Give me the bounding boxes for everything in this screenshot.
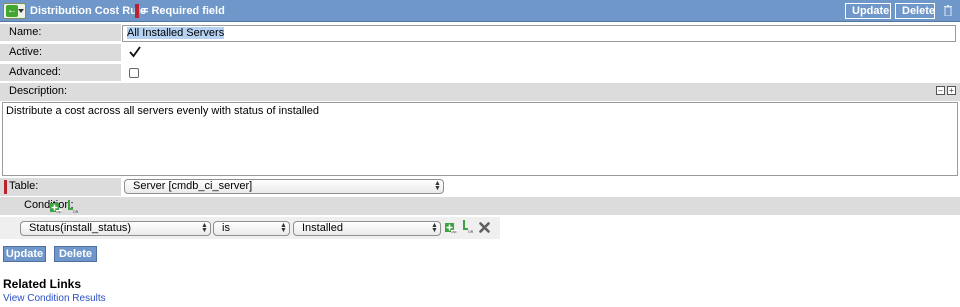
svg-text:OR: OR <box>73 210 79 213</box>
name-value: All Installed Servers <box>127 27 225 39</box>
select-arrows-icon: ▲ ▼ <box>201 222 208 234</box>
select-arrows-icon: ▲ ▼ <box>280 222 287 234</box>
svg-text:AND: AND <box>56 210 62 213</box>
back-button[interactable]: ← <box>3 3 26 19</box>
active-label-cell: Active: <box>0 44 121 62</box>
condition-operator-value: is <box>222 222 230 234</box>
header-delete-button[interactable]: Delete <box>895 3 935 19</box>
header-update-button[interactable]: Update <box>845 3 891 19</box>
expand-icon[interactable]: + <box>947 86 956 95</box>
description-header: Description: <box>0 83 960 101</box>
related-links-title: Related Links <box>3 277 82 291</box>
update-button[interactable]: Update <box>3 246 46 262</box>
table-label: Table: <box>9 180 39 192</box>
back-arrow-icon: ← <box>6 5 18 17</box>
required-field-note: = Required field <box>142 5 225 17</box>
add-or-condition-icon[interactable]: OR <box>462 220 474 233</box>
condition-field-select[interactable]: Status(install_status) ▲ ▼ <box>20 221 211 236</box>
advanced-label: Advanced: <box>9 66 61 78</box>
add-or-condition-icon[interactable]: OR <box>67 200 79 213</box>
table-select-value: Server [cmdb_ci_server] <box>133 180 253 192</box>
collapse-icon[interactable]: – <box>936 86 945 95</box>
description-label: Description: <box>9 85 68 97</box>
condition-field-value: Status(install_status) <box>29 222 132 234</box>
required-marker-icon <box>135 4 139 18</box>
name-field[interactable]: All Installed Servers <box>122 25 956 42</box>
add-and-condition-icon[interactable]: AND <box>445 220 457 233</box>
view-condition-results-link[interactable]: View Condition Results <box>3 293 106 305</box>
advanced-checkbox[interactable] <box>129 68 139 78</box>
select-arrows-icon: ▲ ▼ <box>434 180 441 192</box>
delete-condition-icon[interactable] <box>479 222 490 233</box>
delete-button[interactable]: Delete <box>54 246 97 262</box>
condition-operator-select[interactable]: is ▲ ▼ <box>213 221 290 236</box>
select-arrows-icon: ▲ ▼ <box>431 222 438 234</box>
condition-header: Condition: <box>0 197 960 215</box>
form-header: ← Distribution Cost Rule = Required fiel… <box>0 0 960 22</box>
table-label-cell: Table: <box>0 178 121 196</box>
name-label: Name: <box>9 26 42 38</box>
svg-text:AND: AND <box>451 230 457 233</box>
form-title: Distribution Cost Rule <box>30 5 147 17</box>
caret-down-icon <box>18 9 24 13</box>
table-select[interactable]: Server [cmdb_ci_server] ▲ ▼ <box>124 179 444 194</box>
condition-value-value: Installed <box>302 222 343 234</box>
add-and-condition-icon[interactable]: AND <box>50 200 62 213</box>
svg-text:OR: OR <box>468 230 474 233</box>
trash-icon[interactable] <box>944 5 952 16</box>
condition-value-select[interactable]: Installed ▲ ▼ <box>293 221 441 236</box>
required-marker-icon <box>4 180 7 194</box>
advanced-label-cell: Advanced: <box>0 64 121 82</box>
active-checkbox[interactable] <box>129 46 141 58</box>
active-label: Active: <box>9 46 43 58</box>
name-label-cell: Name: <box>0 24 121 42</box>
description-field[interactable]: Distribute a cost across all servers eve… <box>2 102 958 176</box>
